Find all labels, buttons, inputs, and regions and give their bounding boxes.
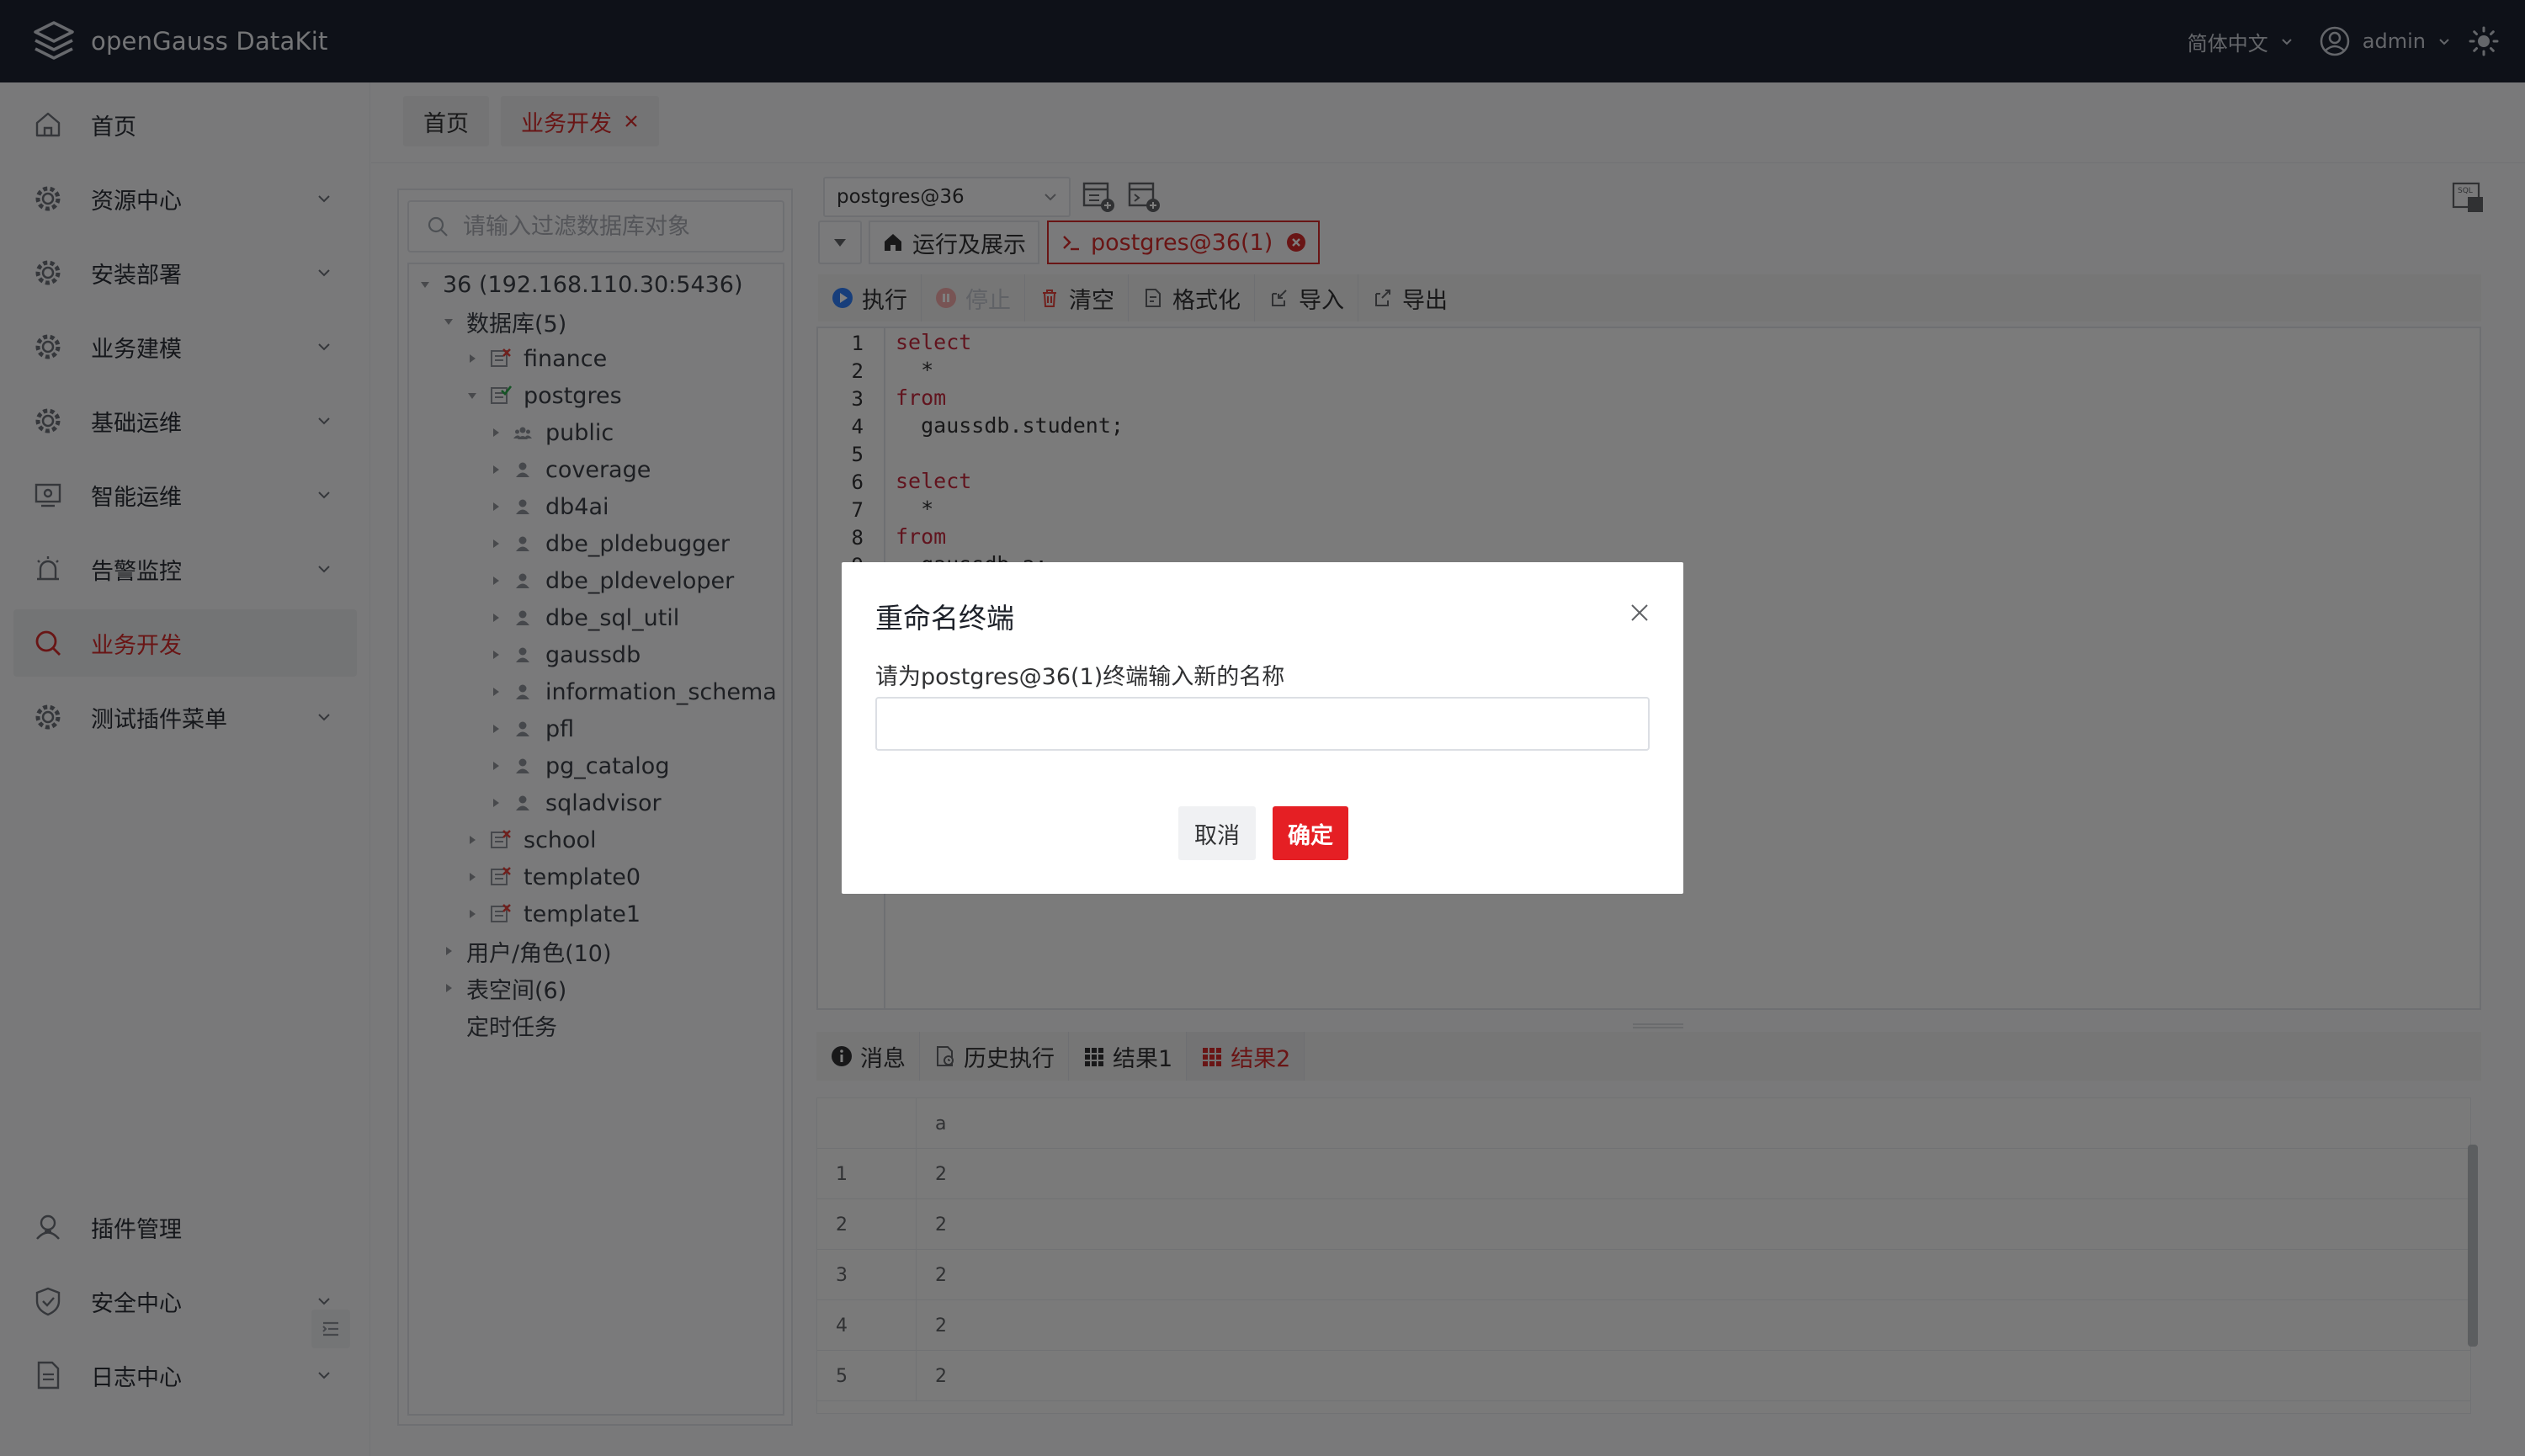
terminal-name-input[interactable] xyxy=(875,697,1650,751)
close-icon[interactable] xyxy=(1628,601,1651,624)
rename-terminal-dialog: 重命名终端 请为postgres@36(1)终端输入新的名称 取消 确定 xyxy=(842,562,1683,894)
dialog-message: 请为postgres@36(1)终端输入新的名称 xyxy=(875,664,1285,690)
confirm-button[interactable]: 确定 xyxy=(1273,806,1348,860)
cancel-button[interactable]: 取消 xyxy=(1178,806,1256,860)
dialog-title: 重命名终端 xyxy=(875,602,1014,635)
